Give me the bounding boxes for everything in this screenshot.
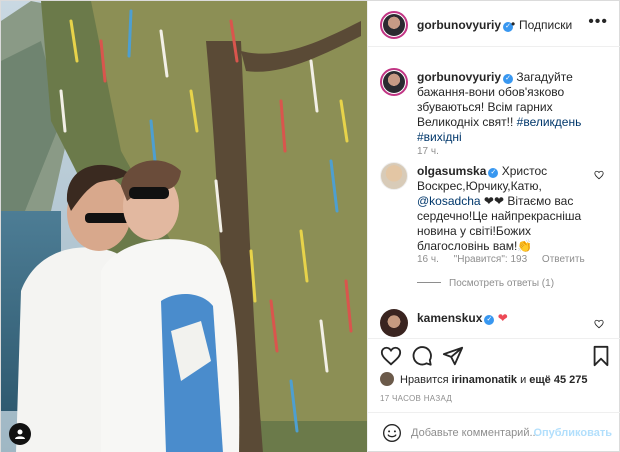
following-button[interactable]: Подписки [519, 18, 572, 32]
caption-meta: 17 ч. [417, 146, 451, 157]
add-comment-bar: Опубликовать [368, 412, 620, 452]
comment-time: 16 ч. [417, 254, 439, 265]
likes-middle: и [517, 374, 530, 386]
caption-avatar[interactable] [380, 68, 408, 96]
comment-text: kamenskux ✓ ❤ [417, 311, 597, 326]
photo-illustration [1, 1, 367, 452]
comment-like-heart-icon[interactable] [594, 319, 604, 329]
heart-icon[interactable] [380, 345, 402, 367]
comment-likes-count[interactable]: "Нравится": 193 [454, 254, 527, 265]
tag-people-button[interactable] [9, 423, 31, 445]
comment-username[interactable]: kamenskux [417, 311, 482, 325]
post-photo[interactable] [1, 1, 367, 452]
comment-item: olgasumska ✓ Христос Воскрес,Юрчику,Катю,… [368, 158, 620, 303]
separator-dot: • [511, 17, 516, 31]
liker-username[interactable]: irinamonatik [452, 374, 517, 386]
emoji-icon[interactable] [382, 423, 402, 443]
caption-username[interactable]: gorbunovyuriy [417, 70, 501, 84]
post-header: gorbunovyuriy ✓ • Подписки ••• [368, 1, 620, 47]
verified-badge-icon: ✓ [488, 168, 499, 178]
post-actions-bar [368, 338, 620, 372]
comment-username[interactable]: olgasumska [417, 164, 486, 178]
post-details-panel: gorbunovyuriy ✓ • Подписки ••• gorbunovyu… [367, 1, 620, 452]
comment-mention[interactable]: @kosadcha [417, 194, 481, 208]
author-username[interactable]: gorbunovyuriy ✓ [417, 18, 514, 32]
comment-meta: 16 ч. "Нравится": 193 Ответить [417, 254, 597, 265]
comments-list[interactable]: gorbunovyuriy ✓ Загадуйте бажання-вони об… [368, 48, 620, 338]
instagram-post-modal: gorbunovyuriy ✓ • Подписки ••• gorbunovyu… [0, 0, 620, 452]
author-avatar[interactable] [380, 11, 408, 39]
comment-body: ❤ [494, 311, 508, 325]
likes-summary[interactable]: Нравится irinamonatik и ещё 45 275 [380, 372, 588, 390]
commenter-avatar[interactable] [380, 162, 408, 190]
likes-count[interactable]: ещё 45 275 [529, 374, 587, 386]
more-options-icon[interactable]: ••• [588, 13, 608, 31]
caption-text: gorbunovyuriy ✓ Загадуйте бажання-вони об… [417, 70, 597, 145]
comment-icon[interactable] [411, 345, 433, 367]
comment-like-heart-icon[interactable] [594, 170, 604, 180]
bookmark-icon[interactable] [590, 345, 612, 367]
view-replies-button[interactable]: Посмотреть ответы (1) [417, 278, 554, 289]
share-icon[interactable] [442, 345, 464, 367]
tag-people-icon [15, 429, 25, 439]
posted-time: 17 ЧАСОВ НАЗАД [380, 394, 453, 403]
verified-badge-icon: ✓ [503, 74, 514, 84]
commenter-avatar[interactable] [380, 309, 408, 337]
caption-item: gorbunovyuriy ✓ Загадуйте бажання-вони об… [368, 58, 620, 158]
reply-button[interactable]: Ответить [542, 254, 585, 265]
publish-button[interactable]: Опубликовать [533, 427, 612, 439]
caption-time: 17 ч. [417, 146, 439, 157]
liker-avatar [380, 372, 394, 386]
likes-prefix: Нравится [400, 374, 452, 386]
comment-input[interactable] [411, 423, 541, 443]
comment-text: olgasumska ✓ Христос Воскрес,Юрчику,Катю,… [417, 164, 587, 254]
verified-badge-icon: ✓ [484, 315, 495, 325]
comment-item: kamenskux ✓ ❤ [368, 305, 620, 338]
